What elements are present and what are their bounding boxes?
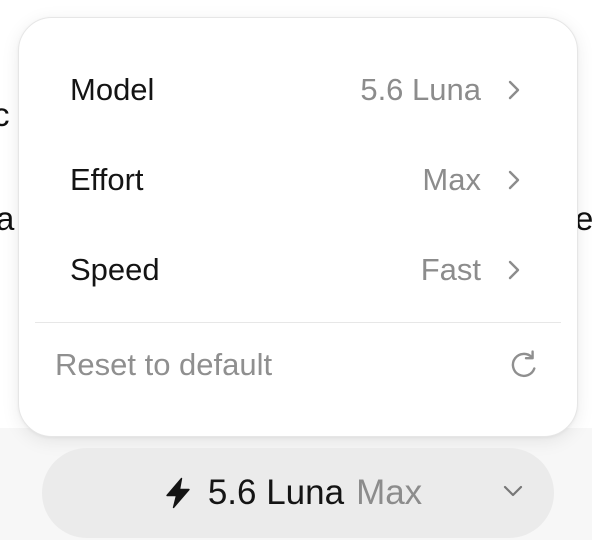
model-selector-button[interactable]: 5.6 Luna Max: [42, 448, 554, 538]
menu-item-value: Max: [422, 162, 481, 197]
selected-model-name: 5.6 Luna: [207, 473, 345, 512]
menu-item-effort[interactable]: Effort Max: [19, 135, 577, 225]
reset-icon: [507, 348, 541, 382]
chevron-down-icon: [502, 484, 524, 498]
menu-item-model[interactable]: Model 5.6 Luna: [19, 45, 577, 135]
background-text-fragment: c: [0, 96, 10, 133]
selected-effort-level: Max: [356, 473, 423, 512]
menu-item-label: Speed: [70, 252, 160, 287]
reset-label: Reset to default: [55, 347, 273, 382]
menu-item-label: Effort: [70, 162, 144, 197]
reset-to-default-button[interactable]: Reset to default: [19, 326, 577, 402]
chevron-right-icon: [507, 79, 521, 101]
model-selector-content: 5.6 Luna Max: [42, 448, 554, 538]
menu-item-speed[interactable]: Speed Fast: [19, 225, 577, 315]
model-settings-popup: Model 5.6 Luna Effort Max Speed Fast Res…: [18, 17, 578, 437]
menu-divider: [35, 322, 561, 323]
menu-item-value: Fast: [420, 252, 481, 287]
menu-item-label: Model: [70, 72, 155, 107]
background-text-fragment: a: [0, 200, 15, 237]
chevron-right-icon: [507, 259, 521, 281]
menu-item-value: 5.6 Luna: [360, 72, 481, 107]
lightning-bolt-icon: [164, 477, 192, 509]
chevron-right-icon: [507, 169, 521, 191]
